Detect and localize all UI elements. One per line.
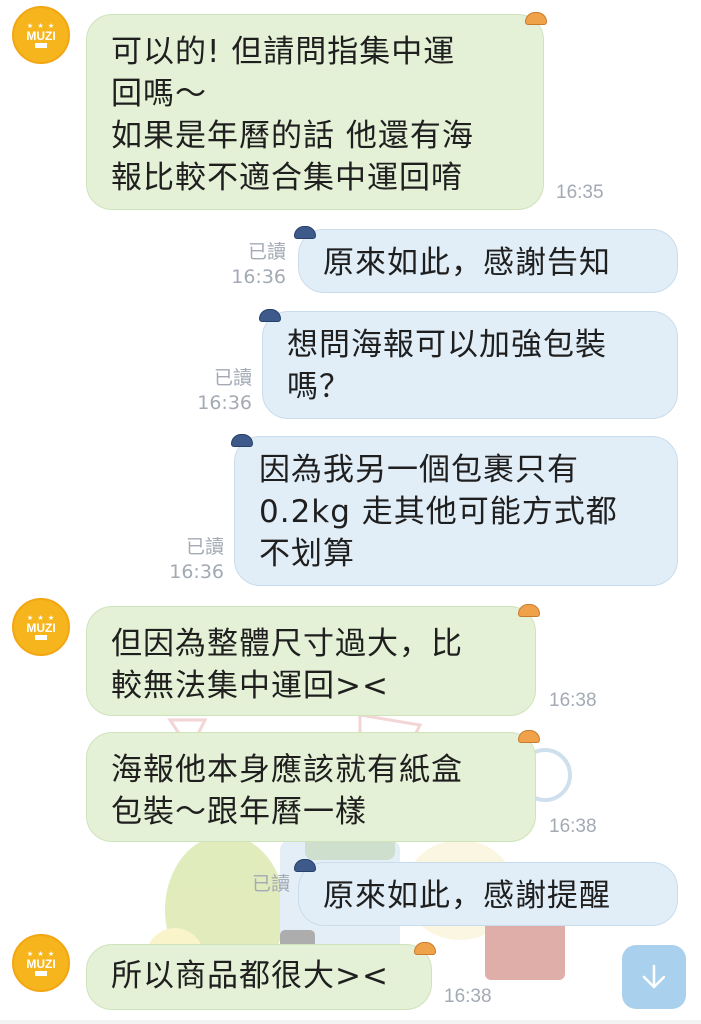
message-line: 較無法集中運回>< xyxy=(111,668,389,704)
message-time: 16:35 xyxy=(556,182,604,203)
blue-cap-icon xyxy=(294,859,316,872)
read-receipt: 已讀 16:36 xyxy=(186,366,252,416)
orange-hat-icon xyxy=(525,12,547,25)
message-bubble-incoming[interactable]: 但因為整體尺寸過大，比 較無法集中運回>< xyxy=(86,606,536,716)
avatar-brand: MUZI xyxy=(26,620,56,635)
blue-cap-icon xyxy=(231,434,253,447)
message-bubble-outgoing[interactable]: 想問海報可以加強包裝 嗎？ xyxy=(262,311,678,419)
message-line: 如果是年曆的話 他還有海 xyxy=(111,118,474,154)
input-area-edge xyxy=(0,1020,701,1024)
orange-hat-icon xyxy=(518,604,540,617)
message-line: 可以的! 但請問指集中運 xyxy=(111,34,456,70)
message-time: 16:36 xyxy=(197,392,252,414)
scroll-to-bottom-button[interactable] xyxy=(622,945,686,1009)
read-receipt: 已讀 16:36 xyxy=(220,240,286,290)
message-time: 16:38 xyxy=(549,690,597,711)
message-line: 原來如此，感謝提醒 xyxy=(323,878,611,914)
message-line: 所以商品都很大>< xyxy=(111,958,389,994)
orange-hat-icon xyxy=(518,730,540,743)
read-label: 已讀 xyxy=(247,241,286,263)
message-line: 海報他本身應該就有紙盒 xyxy=(111,752,463,788)
avatar-brand: MUZI xyxy=(26,956,56,971)
message-line: 原來如此，感謝告知 xyxy=(323,245,611,281)
message-line: 0.2kg 走其他可能方式都 xyxy=(259,494,618,530)
avatar-banner xyxy=(35,970,47,976)
message-line: 但因為整體尺寸過大，比 xyxy=(111,626,463,662)
contact-avatar[interactable]: ★ ★ ★ MUZI xyxy=(12,934,70,992)
orange-hat-icon xyxy=(414,942,436,955)
read-label: 已讀 xyxy=(185,536,224,558)
message-line: 嗎？ xyxy=(287,369,351,405)
read-receipt: 已讀 16:36 xyxy=(158,535,224,585)
message-bubble-outgoing[interactable]: 原來如此，感謝提醒 xyxy=(298,862,678,926)
read-label: 已讀 xyxy=(251,873,290,895)
message-line: 因為我另一個包裹只有 xyxy=(259,452,579,488)
message-bubble-outgoing[interactable]: 原來如此，感謝告知 xyxy=(298,229,678,293)
message-time: 16:38 xyxy=(549,816,597,837)
blue-cap-icon xyxy=(259,309,281,322)
avatar-banner xyxy=(35,42,47,48)
message-line: 不划算 xyxy=(259,536,355,572)
message-line: 回嗎～ xyxy=(111,76,207,112)
blue-cap-icon xyxy=(294,226,316,239)
message-time: 16:38 xyxy=(444,986,492,1007)
message-bubble-incoming[interactable]: 所以商品都很大>< xyxy=(86,944,432,1010)
read-label: 已讀 xyxy=(213,367,252,389)
avatar-banner xyxy=(35,634,47,640)
message-bubble-outgoing[interactable]: 因為我另一個包裹只有 0.2kg 走其他可能方式都 不划算 xyxy=(234,436,678,586)
message-line: 想問海報可以加強包裝 xyxy=(287,327,607,363)
message-time: 16:36 xyxy=(169,561,224,583)
message-bubble-incoming[interactable]: 海報他本身應該就有紙盒 包裝～跟年曆一樣 xyxy=(86,732,536,842)
contact-avatar[interactable]: ★ ★ ★ MUZI xyxy=(12,598,70,656)
avatar-brand: MUZI xyxy=(26,28,56,43)
message-line: 報比較不適合集中運回唷 xyxy=(111,160,463,196)
message-bubble-incoming[interactable]: 可以的! 但請問指集中運 回嗎～ 如果是年曆的話 他還有海 報比較不適合集中運回… xyxy=(86,14,544,210)
arrow-down-icon xyxy=(642,964,666,989)
read-receipt: 已讀 xyxy=(230,872,290,897)
message-time: 16:36 xyxy=(231,266,286,288)
contact-avatar[interactable]: ★ ★ ★ MUZI xyxy=(12,6,70,64)
message-line: 包裝～跟年曆一樣 xyxy=(111,794,367,830)
